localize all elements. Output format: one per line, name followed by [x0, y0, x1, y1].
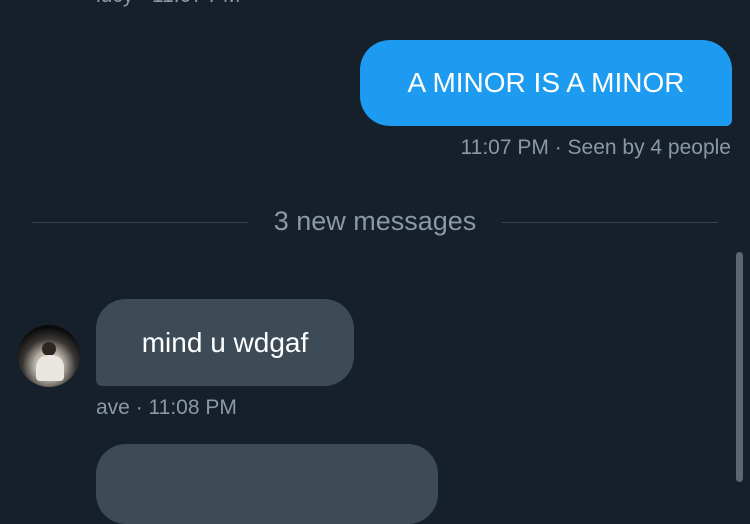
- avatar-figure-shape: [36, 355, 64, 381]
- previous-message-meta: lucy · 11:07 PM: [96, 0, 240, 8]
- sent-message-text: A MINOR IS A MINOR: [407, 67, 685, 98]
- received-message-meta: ave · 11:08 PM: [96, 396, 237, 419]
- received-message-text: mind u wdgaf: [141, 326, 309, 358]
- received-message-bubble[interactable]: mind u wdgaf: [96, 299, 354, 386]
- sent-message-meta: 11:07 PM · Seen by 4 people: [460, 136, 731, 159]
- new-messages-label: 3 new messages: [273, 206, 477, 236]
- sent-message-bubble[interactable]: A MINOR IS A MINOR: [360, 40, 732, 126]
- avatar-head-shape: [42, 342, 56, 356]
- next-message-bubble[interactable]: [96, 444, 438, 524]
- scrollbar[interactable]: [736, 252, 743, 482]
- avatar[interactable]: [18, 325, 80, 387]
